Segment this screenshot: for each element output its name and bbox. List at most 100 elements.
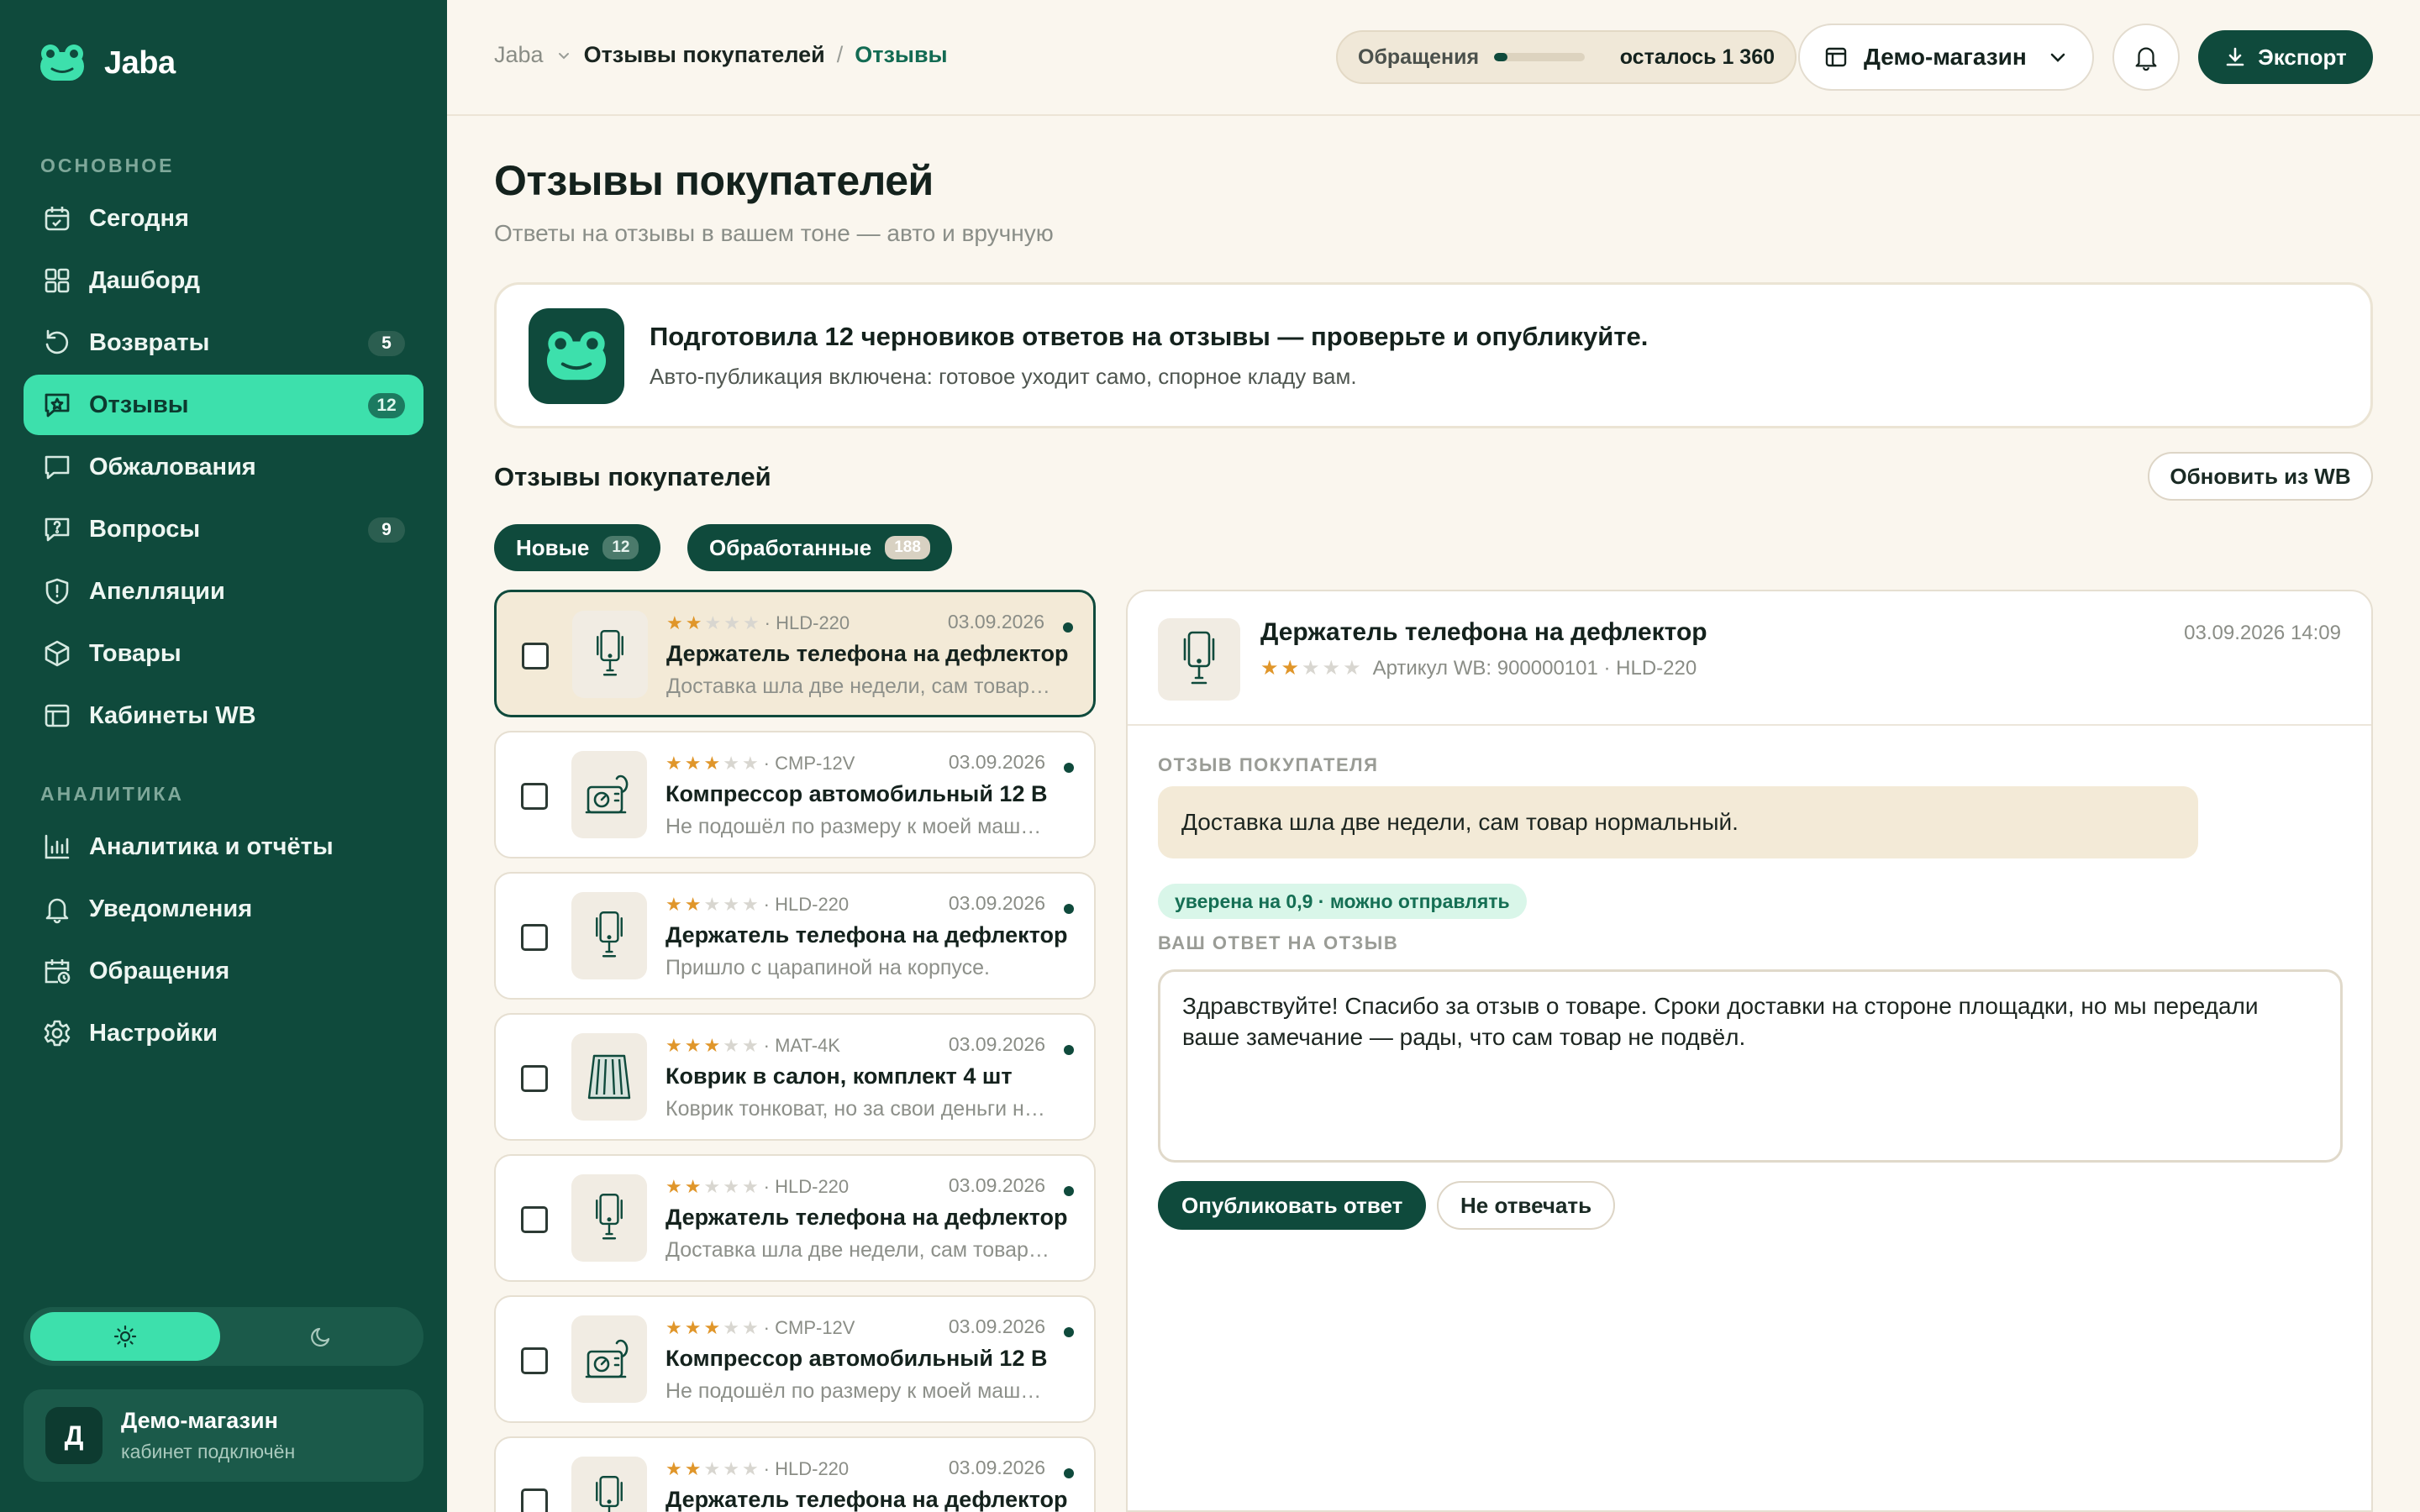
review-meta: ★ ★ ★ ★ ★ · CMP-12V — [666, 1317, 855, 1339]
review-list-item[interactable]: ★ ★ ★ ★ ★ · CMP-12V 03.09.2026 Компрессор ав… — [494, 1295, 1096, 1423]
rating-stars: ★ ★ ★ ★ ★ — [666, 1319, 759, 1337]
store-table-icon — [1825, 47, 1847, 67]
sidebar-item-notifications[interactable]: Уведомления — [24, 879, 424, 939]
review-checkbox[interactable] — [521, 924, 548, 951]
sidebar-item-settings[interactable]: Настройки — [24, 1003, 424, 1063]
answer-textarea[interactable]: Здравствуйте! Спасибо за отзыв о товаре.… — [1158, 969, 2343, 1163]
sidebar-item-label: Сегодня — [89, 204, 189, 232]
review-checkbox[interactable] — [521, 783, 548, 810]
review-checkbox[interactable] — [521, 1065, 548, 1092]
review-date: 03.09.2026 — [948, 751, 1045, 773]
tab-processed[interactable]: Обработанные 188 — [687, 524, 952, 571]
rating-stars: ★ ★ ★ ★ ★ — [666, 1460, 759, 1478]
review-date: 03.09.2026 — [948, 892, 1045, 914]
sidebar-item-dashboard[interactable]: Дашборд — [24, 250, 424, 311]
review-list-item[interactable]: ★ ★ ★ ★ ★ · MAT-4K 03.09.2026 Коврик в салон… — [494, 1013, 1096, 1141]
sidebar-item-returns[interactable]: Возвраты 5 — [24, 312, 424, 373]
sidebar-item-label: Апелляции — [89, 577, 225, 605]
review-checkbox[interactable] — [521, 1206, 548, 1233]
star-empty-icon: ★ — [703, 1176, 721, 1197]
account-card[interactable]: Д Демо-магазин кабинет подключён — [24, 1389, 424, 1482]
refresh-from-wb-button[interactable]: Обновить из WB — [2148, 452, 2373, 501]
star-empty-icon: ★ — [741, 1176, 759, 1197]
sidebar-item-questions[interactable]: Вопросы 9 — [24, 499, 424, 559]
sidebar-item-disputes[interactable]: Обжалования — [24, 437, 424, 497]
tab-new[interactable]: Новые 12 — [494, 524, 661, 571]
detail-article: Артикул WB: 900000101 · HLD-220 — [1372, 657, 1697, 680]
breadcrumb-section[interactable]: Отзывы покупателей — [584, 42, 825, 68]
dark-theme-button[interactable] — [227, 1312, 417, 1361]
detail-header: Держатель телефона на дефлектор ★ ★ ★ ★ ★ Ар… — [1128, 591, 2371, 726]
review-list-item[interactable]: ★ ★ ★ ★ ★ · HLD-220 03.09.2026 Держатель тел… — [494, 1154, 1096, 1282]
review-list-item[interactable]: ★ ★ ★ ★ ★ · HLD-220 03.09.2026 Держатель тел… — [494, 1436, 1096, 1512]
publish-answer-button[interactable]: Опубликовать ответ — [1158, 1181, 1427, 1230]
sidebar-item-requests[interactable]: Обращения — [24, 941, 424, 1001]
review-snippet: Доставка шла две недели, сам товар норма… — [666, 675, 1053, 698]
review-sku: · HLD-220 — [764, 612, 850, 633]
star-filled-icon: ★ — [684, 894, 702, 915]
review-date: 03.09.2026 — [948, 1033, 1045, 1055]
star-empty-icon: ★ — [741, 1035, 759, 1056]
notifications-button[interactable] — [2112, 24, 2180, 91]
review-label: ОТЗЫВ ПОКУПАТЕЛЯ — [1158, 754, 1379, 775]
unread-dot — [1064, 1186, 1074, 1196]
chevron-down-icon[interactable] — [555, 47, 572, 64]
breadcrumb-root[interactable]: Jaba — [494, 42, 544, 68]
star-empty-icon: ★ — [703, 1458, 721, 1479]
compressor-icon — [571, 1315, 647, 1403]
answer-label: ВАШ ОТВЕТ НА ОТЗЫВ — [1158, 932, 1399, 953]
breadcrumb: Jaba Отзывы покупателей / Отзывы — [494, 42, 948, 68]
star-empty-icon: ★ — [723, 894, 739, 915]
review-list-item[interactable]: ★ ★ ★ ★ ★ · HLD-220 03.09.2026 Держатель тел… — [494, 590, 1096, 717]
star-filled-icon: ★ — [703, 1317, 721, 1338]
sidebar-item-label: Обращения — [89, 957, 230, 984]
review-text: Доставка шла две недели, сам товар норма… — [1158, 786, 2198, 858]
banner-title: Подготовила 12 черновиков ответов на отз… — [650, 322, 1649, 351]
export-button[interactable]: Экспорт — [2198, 30, 2373, 84]
sidebar-item-label: Дашборд — [89, 266, 200, 294]
reviews-section-title: Отзывы покупателей — [494, 462, 771, 491]
sidebar-item-appeals[interactable]: Апелляции — [24, 561, 424, 622]
review-date: 03.09.2026 — [948, 1457, 1045, 1478]
car-mat-icon — [571, 1033, 647, 1121]
table-icon — [45, 704, 70, 727]
review-sku: · MAT-4K — [763, 1035, 840, 1056]
brand[interactable]: Jaba — [39, 44, 176, 82]
sidebar-item-label: Вопросы — [89, 515, 201, 543]
review-sku: · HLD-220 — [763, 1458, 850, 1479]
star-empty-icon: ★ — [741, 1458, 759, 1479]
sidebar-item-today[interactable]: Сегодня — [24, 188, 424, 249]
review-list: ★ ★ ★ ★ ★ · HLD-220 03.09.2026 Держатель тел… — [494, 590, 1096, 1512]
moon-icon — [311, 1327, 330, 1347]
tab-label: Обработанные — [709, 534, 872, 560]
skip-answer-button[interactable]: Не отвечать — [1437, 1181, 1616, 1230]
star-filled-icon: ★ — [666, 1035, 682, 1056]
sidebar-item-wb-cabinets[interactable]: Кабинеты WB — [24, 685, 424, 746]
light-theme-button[interactable] — [30, 1312, 220, 1361]
review-checkbox[interactable] — [522, 643, 549, 669]
star-filled-icon: ★ — [666, 753, 682, 774]
review-list-item[interactable]: ★ ★ ★ ★ ★ · CMP-12V 03.09.2026 Компрессор ав… — [494, 731, 1096, 858]
tab-count: 188 — [885, 536, 930, 559]
review-checkbox[interactable] — [521, 1488, 548, 1512]
star-empty-icon: ★ — [703, 894, 721, 915]
page-subtitle: Ответы на отзывы в вашем тоне — авто и в… — [494, 220, 1054, 246]
phone-holder-icon — [571, 1457, 647, 1512]
theme-toggle[interactable] — [24, 1307, 424, 1366]
review-list-item[interactable]: ★ ★ ★ ★ ★ · HLD-220 03.09.2026 Держатель тел… — [494, 872, 1096, 1000]
shop-selector[interactable]: Демо-магазин — [1798, 24, 2094, 91]
unread-dot — [1064, 763, 1074, 773]
star-filled-icon: ★ — [684, 1035, 702, 1056]
sidebar-item-reviews[interactable]: Отзывы 12 — [24, 375, 424, 435]
sidebar-item-products[interactable]: Товары — [24, 623, 424, 684]
review-sku: · CMP-12V — [763, 753, 855, 774]
unread-dot — [1064, 904, 1074, 914]
review-checkbox[interactable] — [521, 1347, 548, 1374]
review-snippet: Доставка шла две недели, сам товар норма… — [666, 1238, 1052, 1262]
star-filled-icon: ★ — [666, 1176, 682, 1197]
star-empty-icon: ★ — [741, 753, 759, 774]
sidebar-item-label: Обжалования — [89, 453, 256, 480]
sidebar-item-analytics[interactable]: Аналитика и отчёты — [24, 816, 424, 877]
sidebar-item-label: Настройки — [89, 1019, 218, 1047]
detail-meta: ★ ★ ★ ★ ★ Артикул WB: 900000101 · HLD-220 — [1260, 657, 1697, 680]
